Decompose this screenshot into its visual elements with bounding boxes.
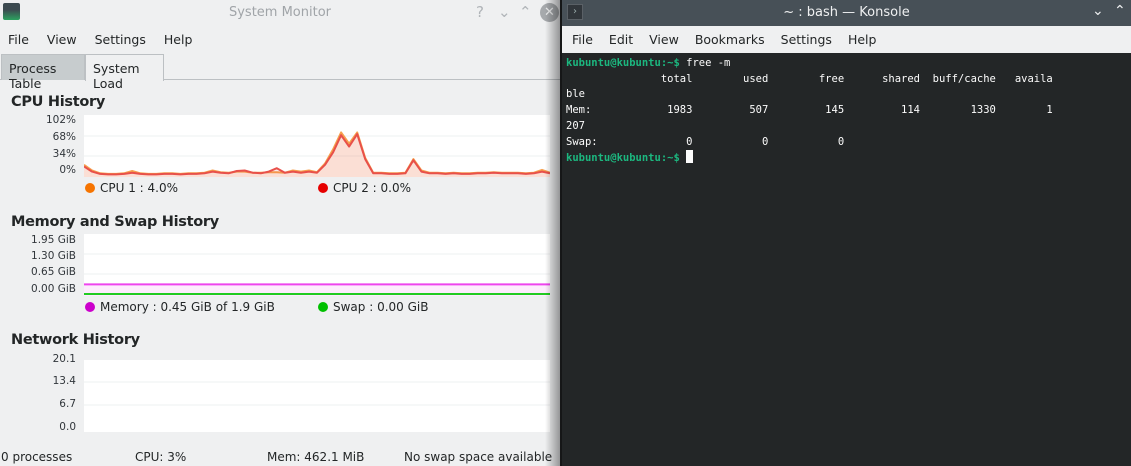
konsole-title-bar: › ~ : bash — Konsole ⌄ ⌃	[562, 0, 1131, 26]
network-history-plot	[84, 360, 550, 432]
legend-swap: Swap : 0.00 GiB	[318, 300, 428, 314]
shell-prompt: kubuntu@kubuntu:~$	[566, 57, 680, 69]
y-tick: 20.1	[52, 353, 76, 365]
legend-label: CPU 2 : 0.0%	[333, 181, 412, 195]
y-tick: 6.7	[59, 398, 76, 410]
legend-label: Memory : 0.45 GiB of 1.9 GiB	[100, 300, 275, 314]
terminal-line: Mem: 1983 507 145 114 1330 1	[566, 104, 1053, 117]
cpu2-color-dot	[318, 183, 328, 193]
minimize-icon[interactable]: ⌄	[498, 3, 511, 21]
tab-system-load[interactable]: System Load	[85, 54, 164, 91]
y-tick: 1.30 GiB	[31, 250, 76, 262]
menu-settings[interactable]: Settings	[95, 32, 146, 47]
menu-bookmarks[interactable]: Bookmarks	[695, 32, 765, 47]
menu-help[interactable]: Help	[848, 32, 877, 47]
memory-history-plot	[84, 234, 550, 296]
terminal-line: Swap: 0 0 0	[566, 135, 845, 148]
terminal[interactable]: kubuntu@kubuntu:~$ free -m total used fr…	[562, 53, 1131, 170]
y-tick: 0.65 GiB	[31, 266, 76, 278]
menu-view[interactable]: View	[47, 32, 77, 47]
tab-bar: Process Table System Load	[0, 54, 560, 91]
swap-color-dot	[318, 302, 328, 312]
legend-memory: Memory : 0.45 GiB of 1.9 GiB	[85, 300, 275, 314]
menu-bar: File View Settings Help	[0, 26, 560, 53]
shell-prompt: kubuntu@kubuntu:~$	[566, 152, 680, 165]
memory-color-dot	[85, 302, 95, 312]
menu-settings[interactable]: Settings	[781, 32, 832, 47]
maximize-icon[interactable]: ⌃	[1114, 3, 1126, 19]
y-tick: 102%	[45, 114, 76, 126]
maximize-icon[interactable]: ⌃	[519, 3, 532, 21]
status-cpu: CPU: 3%	[135, 450, 187, 464]
legend-cpu1: CPU 1 : 4.0%	[85, 181, 178, 195]
y-tick: 0%	[59, 164, 76, 176]
system-monitor-window: System Monitor ? ⌄ ⌃ ✕ File View Setting…	[0, 0, 560, 466]
cpu-chart-svg	[83, 131, 551, 177]
menu-view[interactable]: View	[649, 32, 679, 47]
minimize-icon[interactable]: ⌄	[1092, 3, 1104, 19]
terminal-line: 207	[566, 119, 585, 132]
cpu-line-1	[83, 131, 551, 175]
terminal-line: ble	[566, 88, 585, 101]
cpu1-color-dot	[85, 183, 95, 193]
cpu-line-2	[83, 133, 551, 176]
title-bar: System Monitor ? ⌄ ⌃ ✕	[0, 0, 560, 26]
status-processes: 0 processes	[1, 450, 73, 464]
y-tick: 0.0	[59, 421, 76, 433]
y-tick: 34%	[52, 148, 76, 160]
legend-label: Swap : 0.00 GiB	[333, 300, 429, 314]
menu-edit[interactable]: Edit	[609, 32, 633, 47]
text-cursor	[686, 150, 694, 164]
network-history-title: Network History	[11, 332, 140, 348]
network-chart-svg	[84, 381, 550, 406]
memory-history-title: Memory and Swap History	[11, 214, 219, 230]
y-tick: 0.00 GiB	[31, 283, 76, 295]
y-tick: 1.95 GiB	[31, 234, 76, 246]
status-swap: No swap space available	[404, 450, 553, 464]
menu-file[interactable]: File	[8, 32, 29, 47]
memory-chart-svg	[84, 253, 550, 296]
command: free -m	[679, 57, 731, 69]
y-tick: 68%	[52, 131, 76, 143]
konsole-window-title: ~ : bash — Konsole	[783, 5, 910, 20]
terminal-line: kubuntu@kubuntu:~$ free -m	[566, 56, 1127, 72]
menu-file[interactable]: File	[572, 32, 593, 47]
cpu-history-plot	[83, 115, 551, 177]
legend-cpu2: CPU 2 : 0.0%	[318, 181, 411, 195]
konsole-window: › ~ : bash — Konsole ⌄ ⌃ File Edit View …	[562, 0, 1131, 466]
status-memory: Mem: 462.1 MiB	[267, 450, 365, 464]
cpu-history-title: CPU History	[11, 94, 106, 110]
help-icon[interactable]: ?	[476, 3, 484, 21]
terminal-line: kubuntu@kubuntu:~$	[566, 150, 1127, 167]
legend-label: CPU 1 : 4.0%	[100, 181, 179, 195]
terminal-line: total used free shared buff/cache availa	[566, 72, 1053, 85]
konsole-menu-bar: File Edit View Bookmarks Settings Help	[562, 26, 1131, 53]
tab-process-table[interactable]: Process Table	[1, 54, 85, 91]
cpu-area-1	[84, 132, 550, 177]
y-tick: 13.4	[52, 375, 76, 387]
menu-help[interactable]: Help	[164, 32, 193, 47]
